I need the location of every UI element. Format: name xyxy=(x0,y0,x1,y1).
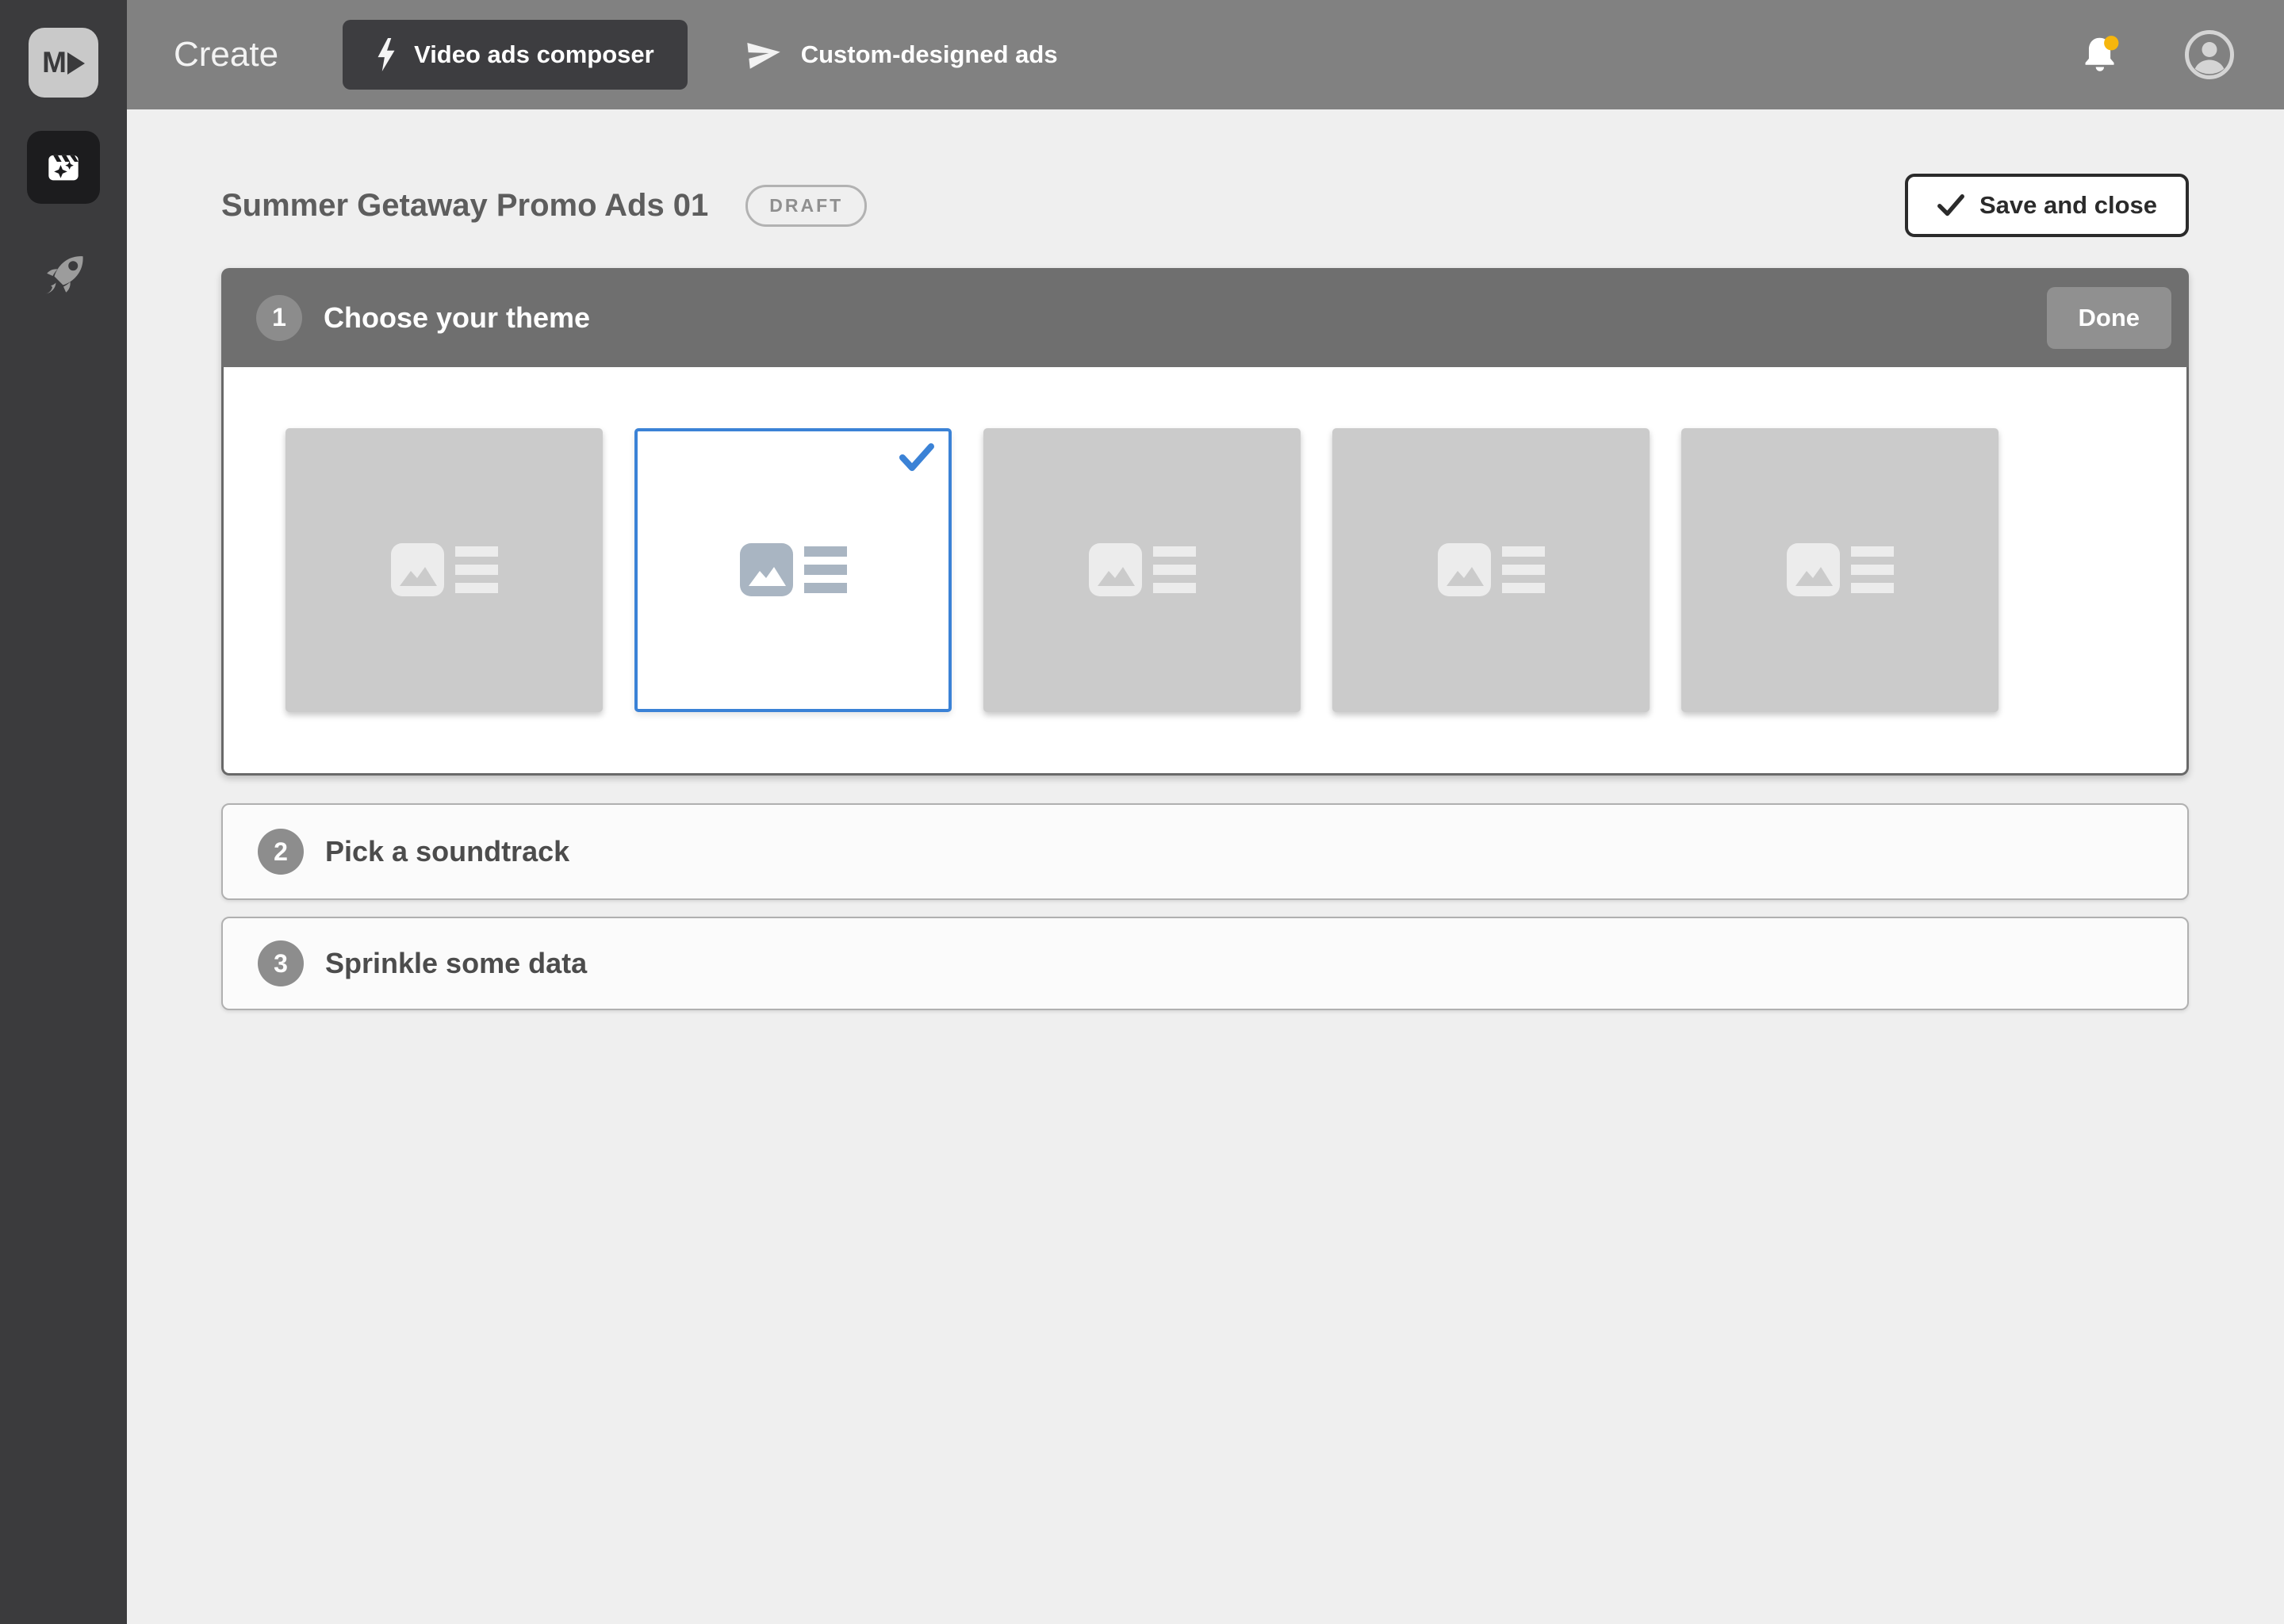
theme-card[interactable] xyxy=(983,428,1301,712)
step-sprinkle-data[interactable]: 3 Sprinkle some data xyxy=(221,917,2189,1010)
image-text-placeholder-icon xyxy=(1787,543,1894,597)
tab-label: Custom-designed ads xyxy=(801,40,1058,69)
bell-notification-icon xyxy=(2079,33,2124,76)
clapperboard-sparkles-icon xyxy=(41,145,86,190)
theme-grid xyxy=(286,428,2186,712)
rocket-icon xyxy=(38,250,89,301)
status-badge: DRAFT xyxy=(745,185,867,227)
step-1-body xyxy=(221,367,2189,776)
theme-card[interactable] xyxy=(634,428,952,712)
lightning-icon xyxy=(376,38,397,71)
main-content: Summer Getaway Promo Ads 01 DRAFT Save a… xyxy=(127,109,2284,1010)
app-logo[interactable]: M xyxy=(29,28,98,98)
sidebar-item-video-ads[interactable] xyxy=(27,131,100,204)
step-title: Choose your theme xyxy=(324,301,590,335)
notifications-button[interactable] xyxy=(2079,33,2124,76)
theme-card[interactable] xyxy=(1332,428,1650,712)
topbar-right xyxy=(2079,29,2235,80)
step-1-header[interactable]: 1 Choose your theme Done xyxy=(221,268,2189,367)
campaign-title: Summer Getaway Promo Ads 01 xyxy=(221,188,708,224)
step-number-badge: 3 xyxy=(258,940,304,986)
step-number-badge: 1 xyxy=(256,295,302,341)
avatar-icon xyxy=(2184,29,2235,80)
account-menu-button[interactable] xyxy=(2184,29,2235,80)
video-ads-composer-app: M xyxy=(0,0,2284,1624)
selected-check-icon xyxy=(898,441,936,474)
image-text-placeholder-icon xyxy=(740,543,847,597)
check-icon xyxy=(1937,192,1965,219)
tab-video-ads-composer[interactable]: Video ads composer xyxy=(343,20,688,90)
save-and-close-button[interactable]: Save and close xyxy=(1905,174,2189,237)
image-text-placeholder-icon xyxy=(1438,543,1545,597)
page-title-create: Create xyxy=(174,35,278,75)
sidebar-item-launch[interactable] xyxy=(27,239,100,312)
done-button[interactable]: Done xyxy=(2047,287,2172,349)
step-number-badge: 2 xyxy=(258,829,304,875)
page-head: Summer Getaway Promo Ads 01 DRAFT Save a… xyxy=(221,174,2189,237)
logo-play-icon xyxy=(67,52,85,75)
save-button-label: Save and close xyxy=(1979,191,2157,220)
logo-letter: M xyxy=(42,46,65,79)
paper-plane-icon xyxy=(744,37,785,73)
tab-custom-designed-ads[interactable]: Custom-designed ads xyxy=(745,20,1058,90)
step-title: Sprinkle some data xyxy=(325,947,587,980)
theme-card[interactable] xyxy=(286,428,603,712)
sidebar: M xyxy=(0,0,127,1624)
image-text-placeholder-icon xyxy=(391,543,498,597)
step-choose-theme: 1 Choose your theme Done xyxy=(221,268,2189,776)
image-text-placeholder-icon xyxy=(1089,543,1196,597)
theme-card[interactable] xyxy=(1681,428,1998,712)
step-pick-soundtrack[interactable]: 2 Pick a soundtrack xyxy=(221,803,2189,900)
topbar: Create Video ads composer Custom-designe… xyxy=(127,0,2284,109)
step-title: Pick a soundtrack xyxy=(325,835,569,868)
tab-label: Video ads composer xyxy=(414,40,654,69)
